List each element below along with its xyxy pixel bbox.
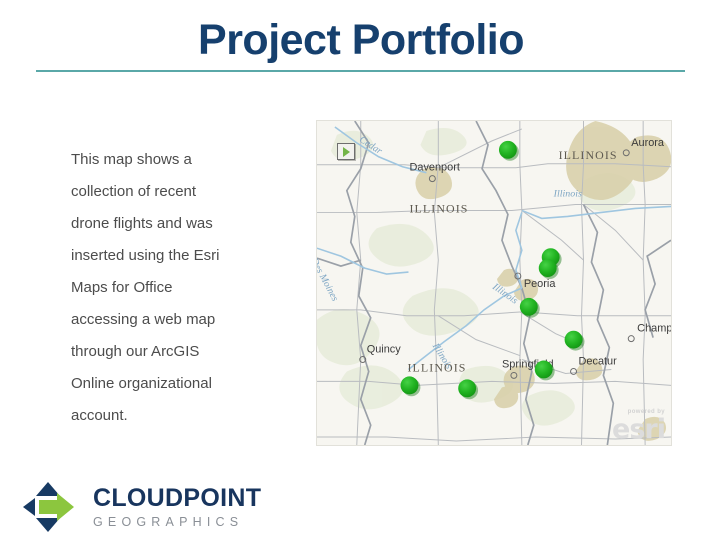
cloudpoint-logo-text: CLOUDPOINT GEOGRAPHICS	[93, 486, 261, 529]
svg-text:Davenport: Davenport	[409, 162, 459, 174]
svg-text:Peoria: Peoria	[524, 278, 557, 290]
cloudpoint-logo-mark	[21, 480, 77, 534]
logo-arrow-right-icon	[39, 493, 74, 521]
map-graphics: Cedar Illinois Des Moines Illinois Illin…	[317, 121, 671, 445]
logo-brand-tagline: GEOGRAPHICS	[93, 515, 244, 529]
svg-text:ILLINOIS: ILLINOIS	[407, 360, 466, 374]
play-triangle-icon	[342, 146, 350, 157]
body-line: accessing a web map	[71, 311, 216, 328]
page-title: Project Portfolio	[198, 16, 524, 64]
logo-arrow-diamond-icon	[23, 482, 74, 532]
svg-text:Champ: Champ	[637, 323, 671, 335]
logo-triangle-left-icon	[23, 498, 35, 516]
svg-text:Decatur: Decatur	[579, 355, 618, 367]
svg-text:Illinois: Illinois	[553, 189, 582, 200]
title-divider	[36, 70, 685, 72]
logo-triangle-down-icon	[36, 518, 60, 532]
svg-text:ILLINOIS: ILLINOIS	[559, 148, 618, 162]
logo-brand-name: CLOUDPOINT	[93, 484, 262, 512]
body-text-block: This map shows a collection of recent dr…	[71, 144, 296, 432]
body-line: Maps for Office	[71, 279, 173, 296]
body-line: inserted using the Esri	[71, 247, 220, 264]
svg-text:Quincy: Quincy	[367, 344, 402, 356]
map-canvas[interactable]: Cedar Illinois Des Moines Illinois Illin…	[317, 121, 671, 445]
cloudpoint-logo: CLOUDPOINT GEOGRAPHICS	[21, 478, 271, 536]
esri-wordmark: esri	[612, 414, 666, 445]
logo-triangle-up-icon	[36, 482, 60, 496]
body-line: account.	[71, 407, 128, 424]
body-line: through our ArcGIS	[71, 343, 200, 360]
svg-text:Aurora: Aurora	[631, 137, 665, 149]
body-line: This map shows a	[71, 151, 192, 168]
map-expand-button[interactable]	[337, 143, 355, 160]
body-line: drone flights and was	[71, 215, 213, 232]
esri-attribution: powered by esri	[612, 409, 666, 445]
body-line: Online organizational	[71, 375, 212, 392]
slide-canvas: Project Portfolio This map shows a colle…	[0, 0, 720, 540]
embedded-web-map[interactable]: Cedar Illinois Des Moines Illinois Illin…	[316, 120, 672, 446]
svg-text:ILLINOIS: ILLINOIS	[409, 201, 468, 215]
body-line: collection of recent	[71, 183, 197, 200]
